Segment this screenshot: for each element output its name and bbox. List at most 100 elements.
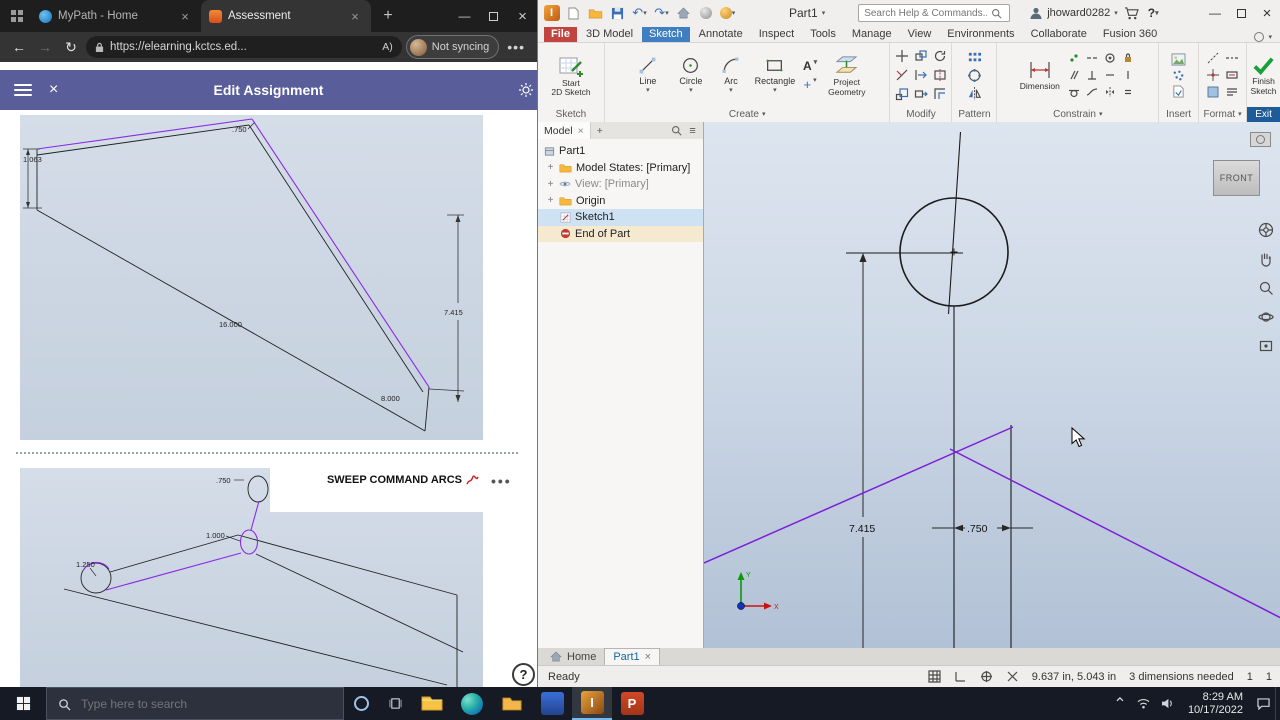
coincident-constraint-icon[interactable] — [1066, 51, 1082, 66]
graphics-area[interactable]: 7.415 .750 Y X FRONT — [703, 122, 1280, 648]
ribbon-tab-view[interactable]: View — [901, 27, 939, 42]
horizontal-constraint-icon[interactable] — [1102, 68, 1118, 83]
point-tool[interactable]: + ▾ — [803, 77, 816, 92]
task-view-icon[interactable] — [378, 687, 412, 720]
ribbon-collapse-icon[interactable]: ▾ — [1268, 34, 1272, 41]
cart-icon[interactable] — [1123, 5, 1140, 22]
ribbon-tab-inspect[interactable]: Inspect — [752, 27, 801, 42]
folder-icon[interactable] — [492, 687, 532, 720]
close-button[interactable]: × — [1254, 0, 1280, 26]
part1-tab[interactable]: Part1 × — [604, 648, 661, 665]
home-tab[interactable]: Home — [542, 648, 604, 665]
browser-tab-assessment[interactable]: Assessment × — [201, 0, 371, 32]
model-tab[interactable]: Model × — [538, 122, 591, 139]
circle-tool[interactable]: Circle ▾ — [672, 56, 710, 94]
undo-icon[interactable]: ↶ ▾ — [631, 5, 648, 22]
user-account-button[interactable]: jhoward0282 ▾ — [1029, 6, 1118, 20]
add-panel-icon[interactable]: + — [591, 125, 609, 137]
centerline-icon[interactable] — [1224, 51, 1241, 66]
purple-sketch-line-1[interactable] — [703, 426, 1014, 564]
insert-image-icon[interactable] — [1171, 52, 1186, 66]
ribbon-tab-manage[interactable]: Manage — [845, 27, 899, 42]
ribbon-tab-3d-model[interactable]: 3D Model — [579, 27, 640, 42]
move-tool-icon[interactable] — [893, 48, 910, 65]
insert-dwg-icon[interactable] — [1172, 84, 1185, 98]
ribbon-tab-file[interactable]: File — [544, 27, 577, 42]
dimension-button[interactable]: Dimension — [1020, 58, 1060, 92]
expand-icon[interactable]: + — [546, 195, 555, 206]
ribbon-tab-sketch[interactable]: Sketch — [642, 27, 690, 42]
expand-icon[interactable]: + — [546, 162, 555, 173]
look-at-icon[interactable] — [1258, 338, 1274, 354]
home-icon[interactable] — [675, 5, 692, 22]
ribbon-tab-annotate[interactable]: Annotate — [692, 27, 750, 42]
edge-icon[interactable] — [452, 687, 492, 720]
orbit-icon[interactable] — [1258, 309, 1274, 325]
scale-tool-icon[interactable] — [893, 86, 910, 103]
format-style-icon[interactable] — [1224, 85, 1241, 100]
tree-item-part1[interactable]: Part1 — [538, 143, 703, 160]
ribbon-tab-environments[interactable]: Environments — [940, 27, 1021, 42]
appearance-icon[interactable]: ▾ — [719, 5, 736, 22]
inventor-taskbar-icon[interactable]: I — [572, 687, 612, 720]
pan-icon[interactable] — [1258, 251, 1274, 267]
center-point-icon[interactable] — [1205, 68, 1222, 83]
save-icon[interactable] — [609, 5, 626, 22]
arc-tool[interactable]: Arc ▾ — [715, 56, 747, 94]
panel-label-constrain[interactable]: Constrain ▾ — [997, 107, 1158, 122]
search-icon[interactable] — [987, 8, 1005, 19]
help-icon[interactable]: ? ▾ — [1145, 5, 1162, 22]
show-desktop-button[interactable] — [1275, 687, 1280, 720]
taskbar-search[interactable] — [46, 687, 344, 720]
snap-toggle-icon[interactable] — [980, 670, 993, 683]
file-explorer-icon[interactable] — [412, 687, 452, 720]
zoom-icon[interactable] — [1258, 280, 1274, 296]
sketch-canvas[interactable]: 7.415 .750 Y X — [703, 122, 1280, 648]
offset-tool-icon[interactable] — [931, 86, 948, 103]
mirror-icon[interactable] — [967, 86, 982, 101]
browser-menu-icon[interactable]: ≡ — [682, 125, 702, 137]
precise-input-icon[interactable] — [1006, 670, 1019, 683]
format-swatch-icon[interactable] — [1205, 85, 1222, 100]
document-title[interactable]: Part1 ▾ — [789, 6, 825, 20]
rectangle-tool[interactable]: Rectangle ▾ — [752, 56, 798, 94]
panel-label-format[interactable]: Format ▾ — [1199, 107, 1246, 122]
restore-button[interactable] — [1228, 0, 1254, 26]
rotate-tool-icon[interactable] — [931, 48, 948, 65]
tree-item-sketch1[interactable]: Sketch1 — [538, 209, 703, 226]
profile-button[interactable]: Not syncing — [405, 35, 500, 59]
vertical-constraint-icon[interactable] — [1120, 68, 1136, 83]
circular-pattern-icon[interactable] — [967, 68, 982, 83]
address-bar[interactable]: https://elearning.kctcs.ed... A) — [86, 36, 402, 58]
help-button[interactable]: ? — [512, 663, 535, 686]
expand-icon[interactable]: + — [546, 179, 555, 190]
new-tab-button[interactable]: + — [375, 3, 401, 29]
tray-chevron-icon[interactable]: ⌃ — [1108, 687, 1132, 720]
ribbon-tab-collaborate[interactable]: Collaborate — [1024, 27, 1094, 42]
text-tool[interactable]: A ▾ — [803, 59, 817, 73]
navigation-wheel-icon[interactable] — [1250, 132, 1271, 147]
browser-search-icon[interactable] — [671, 125, 682, 136]
start-2d-sketch-button[interactable]: Start 2D Sketch — [551, 53, 591, 98]
smooth-constraint-icon[interactable] — [1084, 85, 1100, 100]
read-aloud-icon[interactable]: A) — [382, 41, 393, 53]
ribbon-tab-fusion360[interactable]: Fusion 360 — [1096, 27, 1164, 42]
trim-tool-icon[interactable] — [893, 67, 910, 84]
redo-icon[interactable]: ↷ ▾ — [653, 5, 670, 22]
construction-line-icon[interactable] — [1205, 51, 1222, 66]
perpendicular-constraint-icon[interactable] — [1084, 68, 1100, 83]
minimize-button[interactable]: — — [450, 0, 479, 32]
tab-close-icon[interactable]: × — [347, 9, 363, 24]
more-options-icon[interactable]: ••• — [491, 473, 512, 489]
axes-toggle-icon[interactable] — [954, 670, 967, 683]
full-navigation-wheel-icon[interactable] — [1258, 222, 1274, 238]
maximize-button[interactable] — [479, 0, 508, 32]
view-cube[interactable]: FRONT — [1213, 160, 1260, 196]
stretch-tool-icon[interactable] — [912, 86, 929, 103]
browser-tab-mypath[interactable]: MyPath - Home × — [31, 0, 201, 32]
tab-actions-icon[interactable] — [8, 7, 26, 25]
command-search-input[interactable] — [859, 7, 988, 19]
network-icon[interactable] — [1132, 687, 1156, 720]
open-folder-icon[interactable] — [587, 5, 604, 22]
close-button[interactable]: × — [508, 0, 537, 32]
